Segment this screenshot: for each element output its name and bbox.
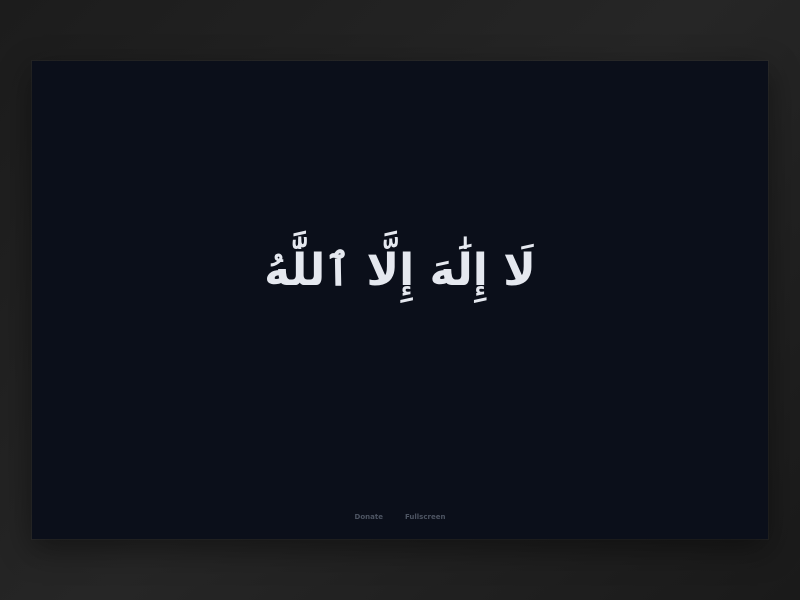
shahada-text: لَا إِلَٰهَ إِلَّا ٱللَّٰهُ	[264, 245, 536, 296]
fullscreen-link[interactable]: Fullscreen	[405, 511, 445, 523]
display-screen: لَا إِلَٰهَ إِلَّا ٱللَّٰهُ Donate Fulls…	[32, 61, 768, 539]
donate-link[interactable]: Donate	[355, 511, 383, 523]
footer-links: Donate Fullscreen	[32, 511, 768, 523]
